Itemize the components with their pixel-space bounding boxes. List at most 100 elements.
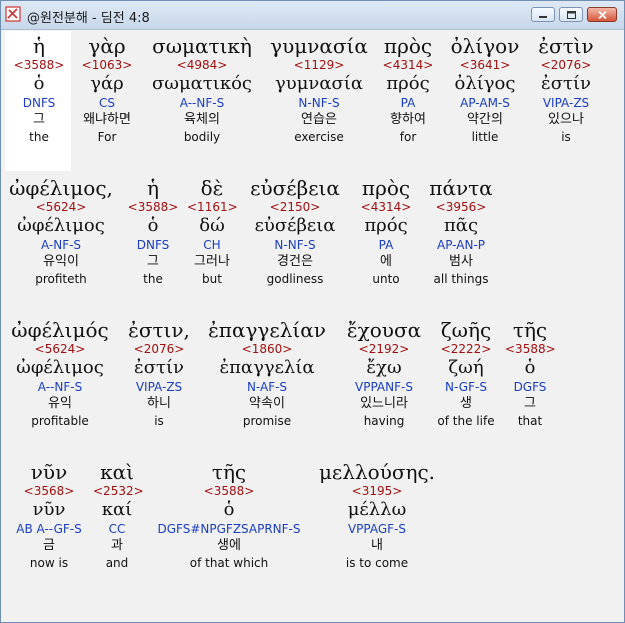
parsing-code: AP-AN-P xyxy=(437,238,485,252)
english-gloss: bodily xyxy=(183,130,221,144)
korean-gloss: 하니 xyxy=(147,396,171,411)
strongs-number: <5624> xyxy=(35,200,87,214)
close-button[interactable] xyxy=(587,7,617,22)
word-card[interactable]: τῆς <3588> ὁ DGFS#NPGFZSAPRNF-S 생에 of th… xyxy=(149,460,309,571)
word-card[interactable]: πρὸς <4314> πρός PA 에 unto xyxy=(357,176,415,287)
parsing-code: AB A--GF-S xyxy=(16,522,82,536)
word-card[interactable]: δὲ <1161> δώ CH 그러나 but xyxy=(187,176,238,287)
greek-word: εὐσέβεια xyxy=(250,176,340,200)
word-card[interactable]: ὠφέλιμός <5624> ὠφέλιμος A--NF-S 유익 prof… xyxy=(9,318,111,429)
lemma: ζωή xyxy=(448,357,484,378)
greek-word: ἐστὶν xyxy=(538,34,594,58)
word-card[interactable]: γυμνασία <1129> γυμνασία N-NF-S 연습은 exer… xyxy=(267,34,371,145)
strongs-number: <4984> xyxy=(176,58,228,72)
maximize-button[interactable] xyxy=(559,7,583,22)
word-card[interactable]: καὶ <2532> καί CC 과 and xyxy=(93,460,144,571)
word-card[interactable]: νῦν <3568> νῦν AB A--GF-S 금 now is xyxy=(7,460,91,571)
strongs-number: <3568> xyxy=(23,484,75,498)
strongs-number: <2192> xyxy=(358,342,410,356)
word-card[interactable]: γὰρ <1063> γάρ CS 왜냐하면 For xyxy=(77,34,137,145)
english-gloss: profiteth xyxy=(35,272,87,286)
maximize-icon xyxy=(566,10,576,19)
korean-gloss: 있으나 xyxy=(548,112,584,127)
word-card[interactable]: ζωῆς <2222> ζωή N-GF-S 생 of the life xyxy=(431,318,501,429)
parsing-code: DNFS xyxy=(22,96,56,110)
word-card[interactable]: ὀλίγον <3641> ὀλίγος AP-AM-S 약간의 little xyxy=(443,34,527,145)
english-gloss: For xyxy=(97,130,117,144)
korean-gloss: 그 xyxy=(524,396,536,411)
lemma: εὐσέβεια xyxy=(254,215,336,236)
korean-gloss: 그 xyxy=(147,254,159,269)
english-gloss: and xyxy=(105,556,129,570)
lemma: καί xyxy=(101,499,133,520)
strongs-number: <3588> xyxy=(13,58,65,72)
korean-gloss: 내 xyxy=(371,538,383,553)
greek-word: τῆς xyxy=(211,460,247,484)
korean-gloss: 그러나 xyxy=(194,254,230,269)
parsing-code: DNFS xyxy=(136,238,170,252)
parsing-code: A-NF-S xyxy=(40,238,82,252)
word-card[interactable]: ἐστὶν <2076> ἐστίν VIPA-ZS 있으나 is xyxy=(531,34,601,145)
greek-word: πρὸς xyxy=(361,176,411,200)
parsing-code: PA xyxy=(400,96,416,110)
word-card[interactable]: μελλούσης. <3195> μέλλω VPPAGF-S 내 is to… xyxy=(315,460,439,571)
word-card[interactable]: ὠφέλιμος, <5624> ὠφέλιμος A-NF-S 유익이 pro… xyxy=(9,176,113,287)
parsing-code: N-GF-S xyxy=(445,380,487,394)
lemma: ἐπαγγελία xyxy=(219,357,315,378)
english-gloss: is xyxy=(154,414,164,428)
strongs-number: <1161> xyxy=(187,200,238,214)
greek-word: ζωῆς xyxy=(440,318,492,342)
lemma: ὁ xyxy=(33,73,45,94)
english-gloss: is to come xyxy=(345,556,409,570)
lemma: ἔχω xyxy=(366,357,402,378)
greek-word: ὠφέλιμός xyxy=(11,318,109,342)
word-card[interactable]: πρὸς <4314> πρός PA 향하여 for xyxy=(379,34,437,145)
strongs-number: <2150> xyxy=(269,200,321,214)
greek-word: καὶ xyxy=(100,460,134,484)
parsing-code: AP-AM-S xyxy=(460,96,510,110)
english-gloss: promise xyxy=(242,414,292,428)
lemma: ὠφέλιμος xyxy=(16,357,104,378)
english-gloss: unto xyxy=(372,272,400,286)
parsing-code: CH xyxy=(203,238,221,252)
lemma: ἐστίν xyxy=(541,73,591,94)
word-card[interactable]: ἔχουσα <2192> ἔχω VPPANF-S 있느니라 having xyxy=(341,318,427,429)
greek-word: μελλούσης. xyxy=(318,460,436,484)
korean-gloss: 과 xyxy=(111,538,123,553)
greek-word: γυμνασία xyxy=(270,34,368,58)
korean-gloss: 생 xyxy=(460,396,472,411)
strongs-number: <3195> xyxy=(351,484,403,498)
word-card[interactable]: ἐστιν, <2076> ἐστίν VIPA-ZS 하니 is xyxy=(121,318,197,429)
word-card[interactable]: πάντα <3956> πᾶς AP-AN-P 범사 all things xyxy=(423,176,499,287)
strongs-number: <3588> xyxy=(505,342,556,356)
strongs-number: <3588> xyxy=(203,484,255,498)
word-card[interactable]: τῆς <3588> ὁ DGFS 그 that xyxy=(505,318,556,429)
lemma: ὁ xyxy=(524,357,536,378)
word-card[interactable]: ἐπαγγελίαν <1860> ἐπαγγελία N-AF-S 약속이 p… xyxy=(205,318,329,429)
greek-word: ἡ xyxy=(33,34,45,58)
korean-gloss: 있느니라 xyxy=(360,396,408,411)
strongs-number: <2532> xyxy=(93,484,144,498)
word-card[interactable]: ἡ <3588> ὁ DNFS 그 the xyxy=(125,176,181,287)
title-bar[interactable]: @원전분해 - 딤전 4:8 xyxy=(1,1,624,30)
word-card[interactable]: σωματικὴ <4984> σωματικός A--NF-S 육체의 bo… xyxy=(145,34,259,145)
english-gloss: godliness xyxy=(266,272,324,286)
word-card[interactable]: εὐσέβεια <2150> εὐσέβεια N-NF-S 경건은 godl… xyxy=(245,176,345,287)
minimize-button[interactable] xyxy=(531,7,555,22)
greek-word: πάντα xyxy=(429,176,493,200)
korean-gloss: 유익이 xyxy=(43,254,79,269)
strongs-number: <4314> xyxy=(382,58,434,72)
parsing-code: N-NF-S xyxy=(298,96,340,110)
strongs-number: <2222> xyxy=(440,342,492,356)
lemma: δώ xyxy=(199,215,225,236)
word-card[interactable]: ἡ <3588> ὁ DNFS 그 the xyxy=(11,34,67,145)
lemma: γυμνασία xyxy=(275,73,363,94)
english-gloss: having xyxy=(363,414,405,428)
greek-word: τῆς xyxy=(512,318,548,342)
english-gloss: but xyxy=(202,272,222,286)
strongs-number: <1129> xyxy=(293,58,345,72)
lemma: ὀλίγος xyxy=(454,73,516,94)
english-gloss: all things xyxy=(433,272,489,286)
parsing-code: N-NF-S xyxy=(274,238,316,252)
lemma: γάρ xyxy=(90,73,124,94)
